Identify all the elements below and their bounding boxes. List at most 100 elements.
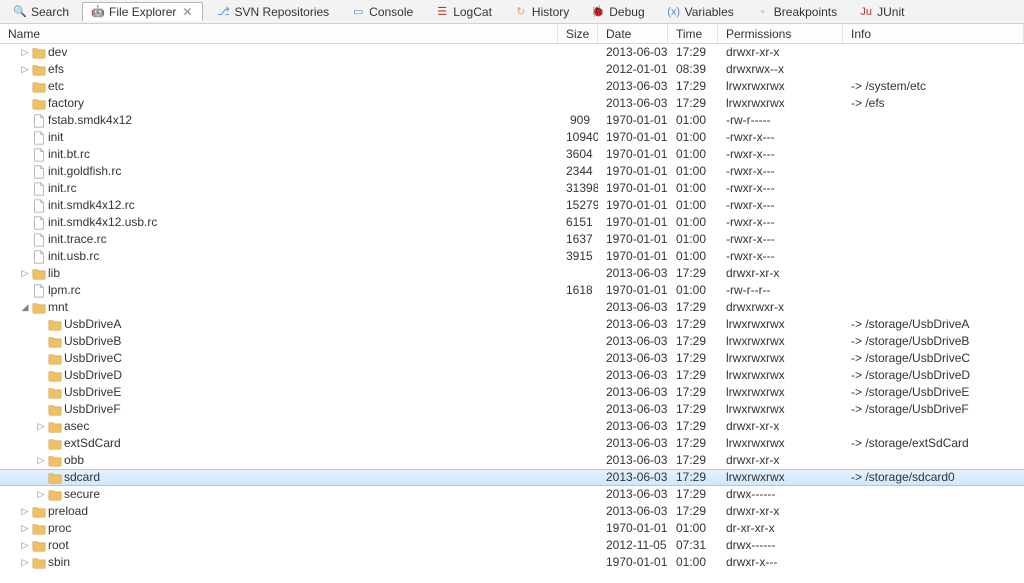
table-row[interactable]: init.trace.rc16371970-01-0101:00-rwxr-x-…: [0, 231, 1024, 248]
table-row[interactable]: init.usb.rc39151970-01-0101:00-rwxr-x---: [0, 248, 1024, 265]
folder-icon: [48, 437, 62, 451]
expander-icon[interactable]: ▷: [36, 452, 46, 469]
tab-label: JUnit: [877, 5, 904, 19]
file-date: 1970-01-01: [598, 146, 668, 163]
table-row[interactable]: etc2013-06-0317:29lrwxrwxrwx-> /system/e…: [0, 78, 1024, 95]
file-permissions: lrwxrwxrwx: [718, 350, 843, 367]
table-row[interactable]: ◢mnt2013-06-0317:29drwxrwxr-x: [0, 299, 1024, 316]
file-permissions: lrwxrwxrwx: [718, 316, 843, 333]
table-row[interactable]: init.smdk4x12.usb.rc61511970-01-0101:00-…: [0, 214, 1024, 231]
table-row[interactable]: init1094081970-01-0101:00-rwxr-x---: [0, 129, 1024, 146]
file-name: init.rc: [48, 180, 77, 197]
folder-icon: [32, 539, 46, 553]
variables-icon: (x): [667, 5, 681, 19]
file-info: -> /storage/UsbDriveB: [843, 333, 1024, 350]
file-name: lib: [48, 265, 60, 282]
expander-icon[interactable]: ▷: [20, 44, 30, 61]
tab-file-explorer[interactable]: 🤖File Explorer✕: [82, 2, 203, 21]
tab-logcat[interactable]: ☰LogCat: [426, 2, 501, 21]
file-size: 3915: [558, 248, 598, 265]
table-row[interactable]: lpm.rc16181970-01-0101:00-rw-r--r--: [0, 282, 1024, 299]
table-row[interactable]: ▷asec2013-06-0317:29drwxr-xr-x: [0, 418, 1024, 435]
file-icon: [32, 182, 46, 196]
close-icon[interactable]: ✕: [180, 5, 194, 19]
table-row[interactable]: ▷dev2013-06-0317:29drwxr-xr-x: [0, 44, 1024, 61]
col-header-permissions[interactable]: Permissions: [718, 24, 843, 44]
folder-icon: [32, 522, 46, 536]
tab-search[interactable]: 🔍Search: [4, 2, 78, 21]
table-row[interactable]: ▷lib2013-06-0317:29drwxr-xr-x: [0, 265, 1024, 282]
table-row[interactable]: ▷obb2013-06-0317:29drwxr-xr-x: [0, 452, 1024, 469]
table-row[interactable]: UsbDriveA2013-06-0317:29lrwxrwxrwx-> /st…: [0, 316, 1024, 333]
file-permissions: lrwxrwxrwx: [718, 95, 843, 112]
expander-icon[interactable]: ▷: [20, 265, 30, 282]
expander-icon[interactable]: ▷: [20, 61, 30, 78]
table-row[interactable]: extSdCard2013-06-0317:29lrwxrwxrwx-> /st…: [0, 435, 1024, 452]
table-row[interactable]: UsbDriveF2013-06-0317:29lrwxrwxrwx-> /st…: [0, 401, 1024, 418]
col-header-time[interactable]: Time: [668, 24, 718, 44]
table-row[interactable]: ▷root2012-11-0507:31drwx------: [0, 537, 1024, 554]
table-row[interactable]: sdcard2013-06-0317:29lrwxrwxrwx-> /stora…: [0, 469, 1024, 486]
expander-icon[interactable]: ◢: [20, 299, 30, 316]
file-name: UsbDriveB: [64, 333, 121, 350]
file-tree-body[interactable]: ▷dev2013-06-0317:29drwxr-xr-x▷efs2012-01…: [0, 44, 1024, 583]
tab-label: Search: [31, 5, 69, 19]
folder-icon: [32, 97, 46, 111]
tab-variables[interactable]: (x) Variables: [658, 2, 743, 21]
file-time: 17:29: [668, 384, 718, 401]
table-row[interactable]: init.rc313981970-01-0101:00-rwxr-x---: [0, 180, 1024, 197]
file-time: 08:39: [668, 61, 718, 78]
table-row[interactable]: fstab.smdk4x129091970-01-0101:00-rw-r---…: [0, 112, 1024, 129]
table-row[interactable]: UsbDriveD2013-06-0317:29lrwxrwxrwx-> /st…: [0, 367, 1024, 384]
file-date: 2013-06-03: [598, 333, 668, 350]
table-row[interactable]: init.goldfish.rc23441970-01-0101:00-rwxr…: [0, 163, 1024, 180]
file-icon: [32, 284, 46, 298]
folder-icon: [32, 301, 46, 315]
file-time: 01:00: [668, 163, 718, 180]
file-date: 2013-06-03: [598, 486, 668, 503]
tab-label: Variables: [685, 5, 734, 19]
tab-history[interactable]: ↻History: [505, 2, 578, 21]
table-row[interactable]: UsbDriveB 2013-06-0317:29lrwxrwxrwx-> /st…: [0, 333, 1024, 350]
expander-icon[interactable]: ▷: [20, 503, 30, 520]
file-permissions: lrwxrwxrwx: [718, 333, 843, 350]
file-date: 2013-06-03: [598, 299, 668, 316]
tab-debug[interactable]: 🐞Debug: [582, 2, 653, 21]
expander-icon[interactable]: ▷: [20, 520, 30, 537]
table-row[interactable]: factory2013-06-0317:29lrwxrwxrwx-> /efs: [0, 95, 1024, 112]
table-row[interactable]: ▷preload2013-06-0317:29drwxr-xr-x: [0, 503, 1024, 520]
file-name: asec: [64, 418, 89, 435]
table-row[interactable]: UsbDriveE2013-06-0317:29lrwxrwxrwx-> /st…: [0, 384, 1024, 401]
expander-icon[interactable]: ▷: [20, 537, 30, 554]
file-time: 17:29: [668, 333, 718, 350]
table-row[interactable]: ▷sbin1970-01-0101:00drwxr-x---: [0, 554, 1024, 571]
expander-icon[interactable]: ▷: [36, 486, 46, 503]
col-header-date[interactable]: Date: [598, 24, 668, 44]
col-header-name[interactable]: Name: [0, 24, 558, 44]
expander-icon[interactable]: ▷: [36, 418, 46, 435]
folder-icon: [32, 505, 46, 519]
expander-icon[interactable]: ▷: [20, 554, 30, 571]
table-row[interactable]: ▷efs2012-01-0108:39drwxrwx--x: [0, 61, 1024, 78]
tab-svn-repositories[interactable]: ⎇SVN Repositories: [207, 2, 338, 21]
tab-breakpoints[interactable]: ◦Breakpoints: [747, 2, 846, 21]
file-permissions: lrwxrwxrwx: [718, 401, 843, 418]
tab-junit[interactable]: Ju JUnit: [850, 2, 913, 21]
file-name: init.smdk4x12.rc: [48, 197, 135, 214]
junit-icon: Ju: [859, 5, 873, 19]
tab-label: SVN Repositories: [234, 5, 329, 19]
file-permissions: -rwxr-x---: [718, 146, 843, 163]
tab-console[interactable]: ▭Console: [342, 2, 422, 21]
table-row[interactable]: ▷proc1970-01-0101:00dr-xr-xr-x: [0, 520, 1024, 537]
file-icon: [32, 114, 46, 128]
file-time: 01:00: [668, 282, 718, 299]
col-header-size[interactable]: Size: [558, 24, 598, 44]
table-row[interactable]: UsbDriveC2013-06-0317:29lrwxrwxrwx-> /st…: [0, 350, 1024, 367]
col-header-info[interactable]: Info: [843, 24, 1024, 44]
table-row[interactable]: init.bt.rc36041970-01-0101:00-rwxr-x---: [0, 146, 1024, 163]
file-info: -> /storage/extSdCard: [843, 435, 1024, 452]
table-row[interactable]: init.smdk4x12.rc152791970-01-0101:00-rwx…: [0, 197, 1024, 214]
file-date: 2013-06-03: [598, 503, 668, 520]
table-row[interactable]: ▷secure2013-06-0317:29drwx------: [0, 486, 1024, 503]
file-size: 31398: [558, 180, 598, 197]
